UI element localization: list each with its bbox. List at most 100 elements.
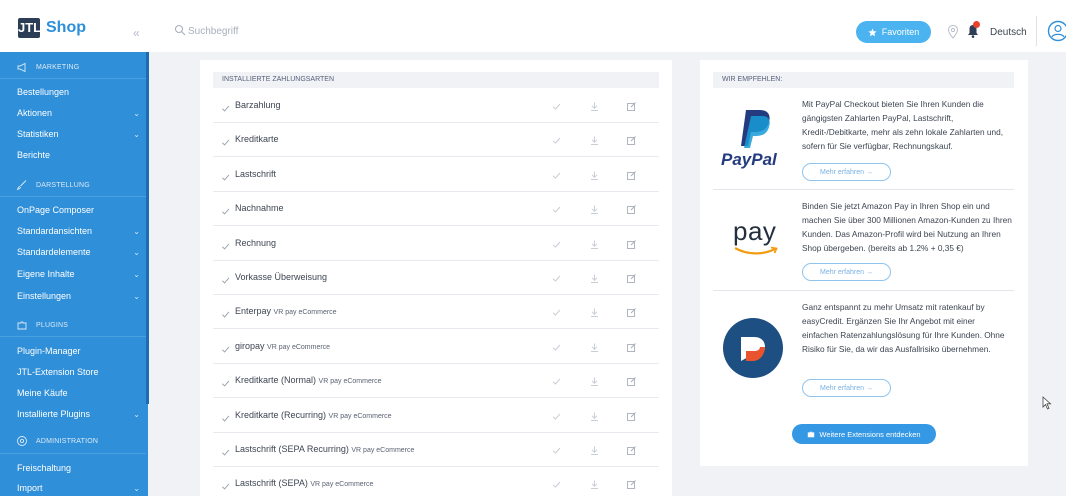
sidebar-item-statistiken[interactable]: Statistiken ⌄ <box>0 124 148 144</box>
edit-icon[interactable] <box>626 443 637 455</box>
paypal-more-button[interactable]: Mehr erfahren → <box>802 163 891 181</box>
edit-icon[interactable] <box>626 374 637 387</box>
sidebar-item-installierte-plugins[interactable]: Installierte Plugins ⌄ <box>0 404 148 424</box>
download-icon[interactable] <box>589 305 600 318</box>
download-icon[interactable] <box>589 168 600 180</box>
payment-row[interactable]: giropay VR pay eCommerce <box>213 330 659 364</box>
download-icon[interactable] <box>589 443 600 455</box>
sidebar-item-label: Bestellungen <box>17 87 70 97</box>
amazon-pay-more-button[interactable]: Mehr erfahren → <box>802 263 891 281</box>
activate-check-icon[interactable] <box>551 340 562 351</box>
check-icon <box>221 238 230 250</box>
sidebar-item-import[interactable]: Import ⌄ <box>0 480 148 496</box>
download-icon[interactable] <box>589 477 600 490</box>
payment-title: Lastschrift (SEPA Recurring) <box>235 444 349 454</box>
sidebar-item-label: Standardansichten <box>17 226 93 236</box>
payment-title: Kreditkarte <box>235 134 279 145</box>
sidebar-item-bestellungen[interactable]: Bestellungen <box>0 82 148 102</box>
recommendation-divider <box>713 189 1014 190</box>
download-icon[interactable] <box>589 202 600 215</box>
activate-check-icon[interactable] <box>551 168 562 179</box>
payment-name: Kreditkarte <box>235 134 279 144</box>
mouse-cursor-icon <box>1042 396 1052 410</box>
activate-check-icon[interactable] <box>551 237 562 248</box>
chevron-down-icon: ⌄ <box>133 247 140 257</box>
location-pin-icon[interactable] <box>946 24 960 40</box>
payment-name: Lastschrift (SEPA) VR pay eCommerce <box>235 478 373 488</box>
payment-row[interactable]: Lastschrift (SEPA Recurring) VR pay eCom… <box>213 433 659 467</box>
paypal-p-icon <box>741 110 770 148</box>
download-icon[interactable] <box>589 409 600 421</box>
payment-row[interactable]: Enterpay VR pay eCommerce <box>213 295 659 330</box>
logo-mark: JTL <box>18 18 41 38</box>
sidebar-item-eigene-inhalte[interactable]: Eigene Inhalte ⌄ <box>0 264 148 284</box>
sidebar-item-label: Berichte <box>17 150 51 160</box>
edit-icon[interactable] <box>626 305 637 318</box>
payment-row[interactable]: Kreditkarte (Recurring) VR pay eCommerce <box>213 399 659 433</box>
download-icon[interactable] <box>589 374 600 387</box>
more-extensions-label: Weitere Extensions entdecken <box>819 429 921 439</box>
edit-icon[interactable] <box>626 409 637 421</box>
sidebar-item-label: Standardelemente <box>17 247 91 257</box>
edit-icon[interactable] <box>626 168 637 180</box>
edit-icon[interactable] <box>626 271 637 283</box>
payment-title: Lastschrift <box>235 168 277 179</box>
activate-check-icon[interactable] <box>551 99 562 110</box>
edit-icon[interactable] <box>626 99 637 111</box>
activate-check-icon[interactable] <box>551 477 562 489</box>
sidebar-item-berichte[interactable]: Berichte <box>0 145 148 165</box>
user-avatar-icon[interactable] <box>1047 20 1066 42</box>
edit-icon[interactable] <box>626 340 637 352</box>
sidebar-section-marketing: MARKETING <box>0 60 148 74</box>
payment-row[interactable]: Nachnahme <box>213 192 659 227</box>
activate-check-icon[interactable] <box>551 271 562 282</box>
sidebar-item-einstellungen[interactable]: Einstellungen ⌄ <box>0 286 148 306</box>
payment-row[interactable]: Kreditkarte <box>213 123 659 158</box>
check-icon <box>221 444 230 456</box>
payment-provider: VR pay eCommerce <box>328 412 392 420</box>
edit-icon[interactable] <box>626 133 637 146</box>
chevron-down-icon: ⌄ <box>133 269 140 279</box>
edit-icon[interactable] <box>626 477 637 490</box>
sidebar-divider <box>0 196 146 197</box>
sidebar-item-onpage-composer[interactable]: OnPage Composer <box>0 200 148 220</box>
download-icon[interactable] <box>589 99 600 111</box>
activate-check-icon[interactable] <box>551 443 562 454</box>
download-icon[interactable] <box>589 237 600 249</box>
collapse-sidebar-icon[interactable]: « <box>133 26 140 40</box>
activate-check-icon[interactable] <box>551 305 562 317</box>
payment-row[interactable]: Kreditkarte (Normal) VR pay eCommerce <box>213 364 659 399</box>
payment-row[interactable]: Vorkasse Überweisung <box>213 261 659 295</box>
download-icon[interactable] <box>589 271 600 283</box>
check-icon <box>221 478 230 491</box>
sidebar-item-extension-store[interactable]: JTL-Extension Store <box>0 362 148 382</box>
payment-name: Lastschrift (SEPA Recurring) VR pay eCom… <box>235 444 414 454</box>
activate-check-icon[interactable] <box>551 202 562 213</box>
sidebar-item-plugin-manager[interactable]: Plugin-Manager <box>0 341 148 361</box>
language-selector[interactable]: Deutsch <box>990 27 1027 38</box>
edit-icon[interactable] <box>626 237 637 249</box>
payment-methods-heading: INSTALLIERTE ZAHLUNGSARTEN <box>213 72 659 88</box>
sidebar-section-label: MARKETING <box>36 63 80 71</box>
download-icon[interactable] <box>589 340 600 352</box>
search-input[interactable] <box>188 22 488 40</box>
logo[interactable]: JTL Shop <box>18 18 86 38</box>
sidebar-item-standardansichten[interactable]: Standardansichten ⌄ <box>0 221 148 241</box>
activate-check-icon[interactable] <box>551 409 562 420</box>
sidebar-item-meine-kaeufe[interactable]: Meine Käufe <box>0 383 148 403</box>
activate-check-icon[interactable] <box>551 133 562 145</box>
sidebar-item-label: JTL-Extension Store <box>17 367 99 377</box>
sidebar-item-standardelemente[interactable]: Standardelemente ⌄ <box>0 242 148 262</box>
more-extensions-button[interactable]: Weitere Extensions entdecken <box>792 424 936 444</box>
favorites-button[interactable]: Favoriten <box>856 21 931 43</box>
edit-icon[interactable] <box>626 202 637 215</box>
sidebar-item-aktionen[interactable]: Aktionen ⌄ <box>0 103 148 123</box>
sidebar-item-freischaltung[interactable]: Freischaltung <box>0 458 148 478</box>
payment-row[interactable]: Barzahlung <box>213 89 659 123</box>
payment-row[interactable]: Lastschrift (SEPA) VR pay eCommerce <box>213 467 659 496</box>
easycredit-more-button[interactable]: Mehr erfahren → <box>802 379 891 397</box>
payment-row[interactable]: Rechnung <box>213 227 659 261</box>
download-icon[interactable] <box>589 133 600 146</box>
activate-check-icon[interactable] <box>551 374 562 385</box>
payment-row[interactable]: Lastschrift <box>213 158 659 192</box>
